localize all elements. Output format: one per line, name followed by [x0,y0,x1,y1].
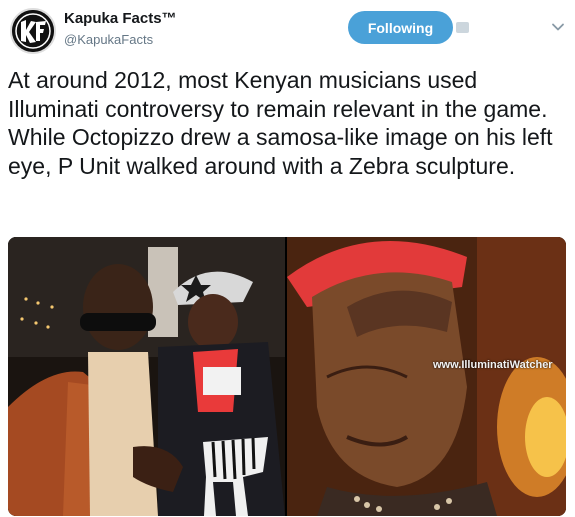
tweet-text: At around 2012, most Kenyan musicians us… [8,67,553,179]
photo-musicians-zebra[interactable] [8,237,285,516]
chevron-down-icon[interactable] [551,20,565,34]
tweet-media: www.IlluminatiWatcher [8,237,566,516]
avatar[interactable] [10,8,56,54]
follow-card-icon [456,22,469,33]
account-name[interactable]: Kapuka Facts™ [64,10,177,27]
tweet-header: Kapuka Facts™ @KapukaFacts Following [0,0,575,60]
kf-logo-icon [12,10,54,52]
photo-watermark: www.IlluminatiWatcher [433,359,553,371]
account-handle[interactable]: @KapukaFacts [64,32,153,47]
photo-octopizzo-eye[interactable]: www.IlluminatiWatcher [287,237,566,516]
following-button[interactable]: Following [348,11,453,44]
